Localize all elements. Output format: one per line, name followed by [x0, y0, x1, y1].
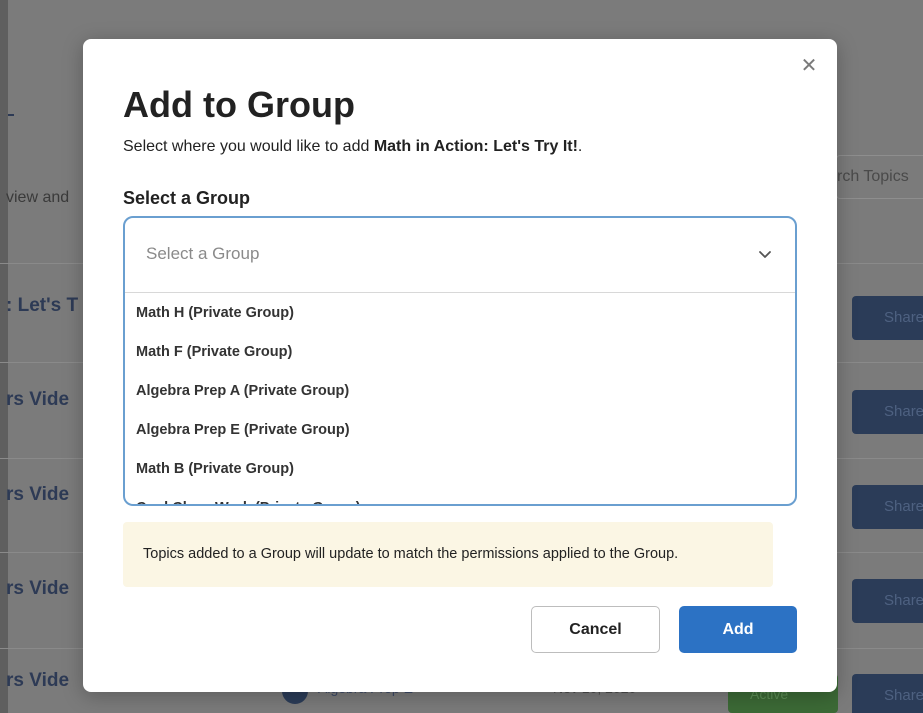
background-search-input: rch Topics	[836, 155, 923, 199]
background-row-title: rs Vide	[6, 670, 70, 691]
background-share-button: Share	[852, 579, 923, 623]
modal-subtitle: Select where you would like to add Math …	[123, 138, 582, 156]
background-description: view and	[6, 189, 70, 206]
group-option[interactable]: Cool Class Work (Private Group)	[125, 488, 795, 504]
group-option[interactable]: Algebra Prep E (Private Group)	[125, 410, 795, 449]
group-select[interactable]: Select a Group Math H (Private Group) Ma…	[123, 216, 797, 506]
background-share-button: Share	[852, 390, 923, 434]
close-icon[interactable]: ✕	[799, 55, 819, 75]
group-option[interactable]: Math B (Private Group)	[125, 449, 795, 488]
background-heading-fragment	[8, 80, 14, 116]
modal-title: Add to Group	[123, 84, 355, 125]
group-option[interactable]: Math F (Private Group)	[125, 332, 795, 371]
group-select-placeholder: Select a Group	[146, 244, 260, 263]
background-row-title: rs Vide	[6, 389, 70, 410]
background-share-button: Share	[852, 296, 923, 340]
background-row-title: : Let's T	[6, 295, 79, 316]
select-group-label: Select a Group	[123, 188, 251, 208]
group-option[interactable]: Algebra Prep A (Private Group)	[125, 371, 795, 410]
group-select-control[interactable]: Select a Group	[125, 218, 795, 293]
background-left-edge	[0, 0, 8, 713]
background-share-button: Share	[852, 674, 923, 713]
background-share-button: Share	[852, 485, 923, 529]
add-to-group-modal: ✕ Add to Group Select where you would li…	[83, 39, 837, 692]
background-row-title: rs Vide	[6, 578, 70, 599]
subtitle-item-name: Math in Action: Let's Try It!	[373, 138, 578, 155]
add-button[interactable]: Add	[679, 606, 797, 653]
cancel-button[interactable]: Cancel	[531, 606, 660, 653]
chevron-down-icon[interactable]	[757, 246, 773, 262]
subtitle-suffix: .	[577, 138, 583, 155]
subtitle-prefix: Select where you would like to add	[123, 138, 374, 155]
background-row-title: rs Vide	[6, 484, 70, 505]
group-options-list[interactable]: Math H (Private Group) Math F (Private G…	[125, 293, 795, 504]
permissions-notice: Topics added to a Group will update to m…	[123, 522, 773, 587]
group-option[interactable]: Math H (Private Group)	[125, 293, 795, 332]
